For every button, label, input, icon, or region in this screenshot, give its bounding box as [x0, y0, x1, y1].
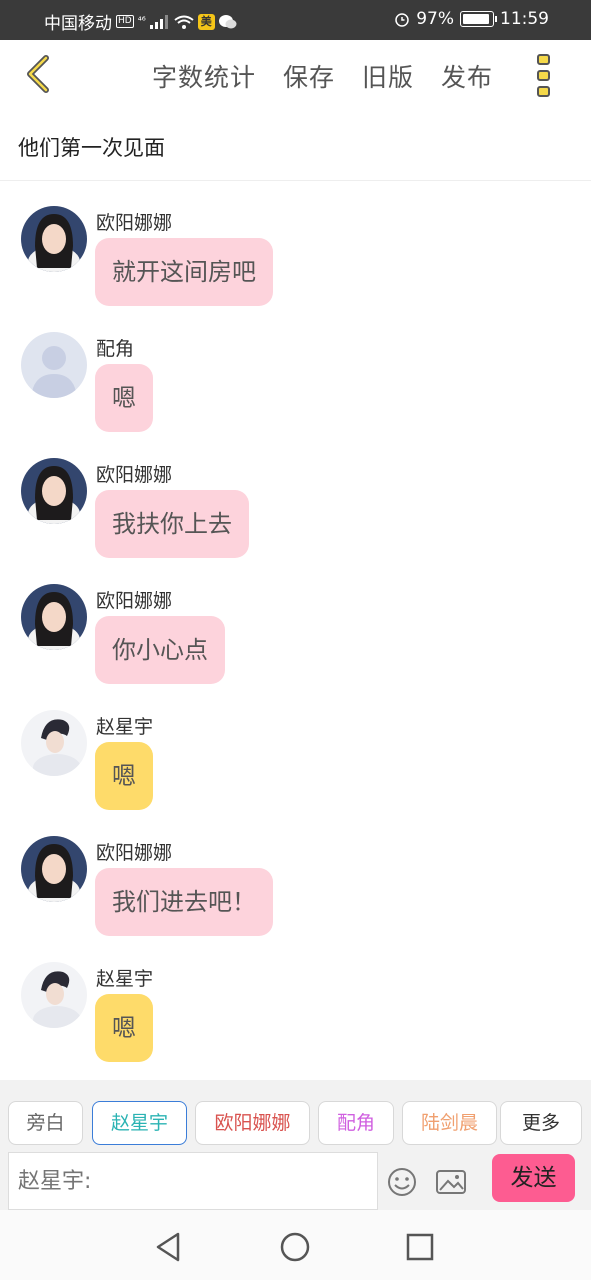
- girl-avatar[interactable]: [21, 584, 87, 650]
- triangle-back-icon: [156, 1232, 180, 1262]
- publish-button[interactable]: 发布: [441, 58, 493, 94]
- signal-icon: [149, 14, 168, 29]
- message-bubble[interactable]: 嗯: [95, 742, 153, 810]
- role-chip-supporting[interactable]: 配角: [318, 1101, 394, 1145]
- sender-name: 欧阳娜娜: [96, 212, 173, 234]
- emoji-button[interactable]: [386, 1166, 418, 1198]
- sender-name: 赵星宇: [96, 968, 154, 990]
- sender-name: 欧阳娜娜: [96, 590, 173, 612]
- message-bubble[interactable]: 嗯: [95, 994, 153, 1062]
- role-bar: 旁白 赵星宇 欧阳娜娜 配角 陆剑晨 更多 发送: [0, 1080, 591, 1210]
- wechat-icon: [218, 14, 237, 28]
- status-left: 中国移动 HD ⁴⁶ 美: [44, 9, 237, 34]
- hd-badge: HD: [116, 15, 134, 28]
- role-chip-more[interactable]: 更多: [500, 1101, 582, 1145]
- more-vertical-icon[interactable]: [530, 52, 558, 100]
- network-label: ⁴⁶: [137, 16, 146, 27]
- sender-name: 赵星宇: [96, 716, 154, 738]
- battery-fill: [463, 14, 489, 24]
- message-item[interactable]: 欧阳娜娜 你小心点: [0, 584, 591, 694]
- battery-icon: [460, 11, 497, 27]
- role-chip-lu-jianchen[interactable]: 陆剑晨: [402, 1101, 497, 1145]
- wifi-icon: [174, 15, 194, 29]
- top-bar: 字数统计 保存 旧版 发布: [0, 40, 591, 110]
- more-dot: [537, 54, 550, 65]
- girl-avatar[interactable]: [21, 206, 87, 272]
- message-bubble[interactable]: 就开这间房吧: [95, 238, 273, 306]
- word-count-button[interactable]: 字数统计: [152, 58, 256, 94]
- role-chip-narrator[interactable]: 旁白: [8, 1101, 83, 1145]
- girl-avatar[interactable]: [21, 458, 87, 524]
- nav-recent-button[interactable]: [403, 1230, 437, 1264]
- default-avatar[interactable]: [21, 332, 87, 398]
- sender-name: 欧阳娜娜: [96, 842, 173, 864]
- chevron-left-icon: [27, 55, 49, 93]
- sender-name: 欧阳娜娜: [96, 464, 173, 486]
- old-version-button[interactable]: 旧版: [362, 58, 414, 94]
- image-icon: [436, 1170, 466, 1194]
- nav-home-button[interactable]: [278, 1230, 312, 1264]
- message-bubble[interactable]: 我扶你上去: [95, 490, 249, 558]
- role-chip-zhao-xingyu[interactable]: 赵星宇: [92, 1101, 187, 1145]
- sender-name: 配角: [96, 338, 135, 360]
- status-bar: 中国移动 HD ⁴⁶ 美 97% 11:59: [0, 0, 591, 40]
- square-recent-icon: [406, 1233, 434, 1261]
- smile-icon: [388, 1168, 416, 1196]
- image-button[interactable]: [435, 1166, 467, 1198]
- nav-back-button[interactable]: [152, 1230, 186, 1264]
- more-dot: [537, 70, 550, 81]
- chapter-title: 他们第一次见面: [18, 136, 165, 160]
- message-bubble[interactable]: 你小心点: [95, 616, 225, 684]
- message-item[interactable]: 欧阳娜娜 我扶你上去: [0, 458, 591, 568]
- message-bubble[interactable]: 我们进去吧！: [95, 868, 273, 936]
- more-dot: [537, 86, 550, 97]
- clock: 11:59: [500, 9, 549, 29]
- message-bubble[interactable]: 嗯: [95, 364, 153, 432]
- boy-avatar[interactable]: [21, 710, 87, 776]
- carrier-label: 中国移动: [44, 14, 112, 34]
- girl-avatar[interactable]: [21, 836, 87, 902]
- message-item[interactable]: 赵星宇 嗯: [0, 710, 591, 820]
- message-item[interactable]: 配角 嗯: [0, 332, 591, 442]
- save-button[interactable]: 保存: [283, 58, 335, 94]
- boy-avatar[interactable]: [21, 962, 87, 1028]
- battery-percent: 97%: [416, 9, 454, 29]
- role-chip-ouyang-nana[interactable]: 欧阳娜娜: [195, 1101, 310, 1145]
- status-right: 97% 11:59: [394, 9, 549, 29]
- message-item[interactable]: 赵星宇 嗯: [0, 962, 591, 1072]
- alarm-icon: [395, 13, 409, 27]
- message-item[interactable]: 欧阳娜娜 我们进去吧！: [0, 836, 591, 946]
- meituan-icon: 美: [197, 13, 215, 30]
- divider: [0, 180, 591, 181]
- message-input[interactable]: [8, 1152, 378, 1210]
- send-button[interactable]: 发送: [492, 1154, 575, 1202]
- message-item[interactable]: 欧阳娜娜 就开这间房吧: [0, 206, 591, 316]
- back-button[interactable]: [22, 54, 62, 98]
- circle-home-icon: [280, 1232, 310, 1262]
- system-nav-bar: [0, 1210, 591, 1280]
